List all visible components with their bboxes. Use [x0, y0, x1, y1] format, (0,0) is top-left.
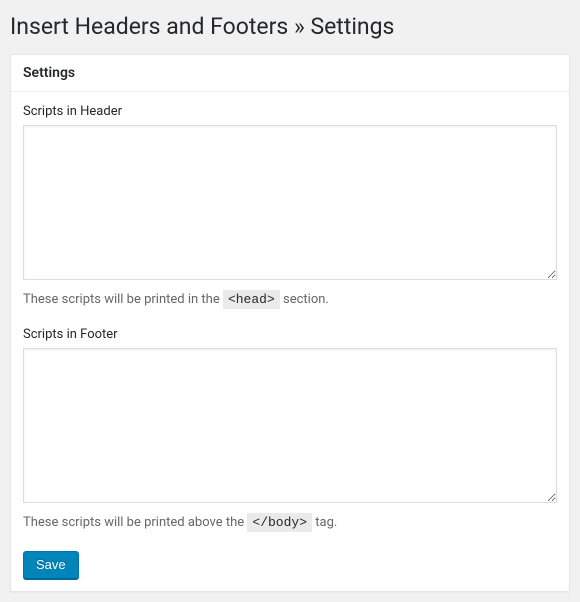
footer-scripts-group: Scripts in Footer These scripts will be … — [23, 327, 557, 533]
desc-text: These scripts will be printed above the — [23, 515, 247, 530]
header-scripts-description: These scripts will be printed in the <he… — [23, 290, 557, 310]
settings-panel: Settings Scripts in Header These scripts… — [10, 54, 570, 592]
head-tag-code: <head> — [223, 290, 280, 309]
save-button[interactable]: Save — [23, 551, 79, 579]
footer-scripts-label: Scripts in Footer — [23, 327, 557, 342]
footer-scripts-textarea[interactable] — [23, 348, 557, 503]
body-tag-code: </body> — [247, 513, 312, 532]
panel-body: Scripts in Header These scripts will be … — [11, 92, 569, 591]
desc-text: These scripts will be printed in the — [23, 292, 223, 307]
header-scripts-group: Scripts in Header These scripts will be … — [23, 104, 557, 310]
header-scripts-textarea[interactable] — [23, 125, 557, 280]
desc-text: tag. — [315, 515, 337, 530]
panel-header: Settings — [11, 55, 569, 92]
footer-scripts-description: These scripts will be printed above the … — [23, 513, 557, 533]
header-scripts-label: Scripts in Header — [23, 104, 557, 119]
desc-text: section. — [283, 292, 329, 307]
page-title: Insert Headers and Footers » Settings — [10, 10, 570, 54]
panel-heading: Settings — [23, 65, 557, 81]
